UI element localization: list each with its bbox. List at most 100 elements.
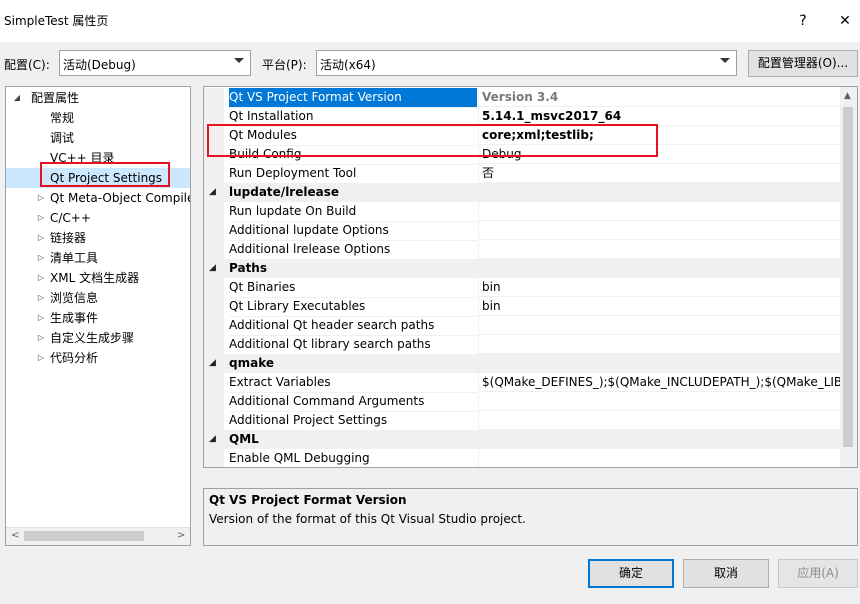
tree-item[interactable]: Qt Project Settings [6, 168, 190, 188]
property-value[interactable]: bin [478, 278, 841, 297]
property-name[interactable]: Additional Qt library search paths [229, 335, 477, 355]
scroll-right-icon[interactable]: > [177, 530, 185, 541]
property-row[interactable]: Run lupdate On Build [204, 202, 841, 222]
tree-item[interactable]: ▷ 链接器 [6, 228, 190, 248]
tree-item[interactable]: ▷ XML 文档生成器 [6, 268, 190, 288]
property-row[interactable]: Run Deployment Tool 否 [204, 164, 841, 184]
tree-item[interactable]: 常规 [6, 108, 190, 128]
configuration-manager-button[interactable]: 配置管理器(O)... [748, 50, 858, 77]
property-value[interactable] [478, 411, 841, 430]
property-name[interactable]: Enable QML Debugging [229, 449, 477, 467]
property-name[interactable]: Additional Qt header search paths [229, 316, 477, 336]
property-category[interactable]: ◢ lupdate/lrelease [204, 183, 841, 202]
tree-item[interactable]: ▷ 自定义生成步骤 [6, 328, 190, 348]
property-row[interactable]: Additional Qt header search paths [204, 316, 841, 336]
property-name[interactable]: Additional lrelease Options [229, 240, 477, 260]
property-name[interactable]: Qt Installation [229, 107, 477, 127]
property-name[interactable]: Run lupdate On Build [229, 202, 477, 222]
collapse-icon[interactable]: ◢ [12, 88, 22, 108]
property-row[interactable]: Additional lupdate Options [204, 221, 841, 241]
grid-vertical-scrollbar[interactable]: ▲ [840, 87, 857, 467]
expand-icon[interactable]: ▷ [36, 268, 46, 288]
tree-item[interactable]: ▷ C/C++ [6, 208, 190, 228]
row-gutter [204, 164, 224, 183]
tree-item[interactable]: 调试 [6, 128, 190, 148]
tree-item[interactable]: ▷ 清单工具 [6, 248, 190, 268]
expand-icon[interactable]: ▷ [36, 208, 46, 228]
expand-icon[interactable]: ▷ [36, 328, 46, 348]
property-name[interactable]: Additional Project Settings [229, 411, 477, 431]
collapse-icon[interactable]: ◢ [209, 259, 216, 278]
property-value[interactable] [478, 202, 841, 221]
property-row[interactable]: Additional Project Settings [204, 411, 841, 431]
expand-icon[interactable]: ▷ [36, 248, 46, 268]
property-value[interactable]: core;xml;testlib; [478, 126, 841, 145]
chevron-down-icon [234, 58, 244, 63]
help-button[interactable]: ? [788, 6, 818, 36]
property-value[interactable]: $(QMake_DEFINES_);$(QMake_INCLUDEPATH_);… [478, 373, 841, 392]
config-combo[interactable]: 活动(Debug) [59, 50, 251, 76]
collapse-icon[interactable]: ◢ [209, 183, 216, 202]
row-gutter [204, 411, 224, 430]
property-row[interactable]: Additional Qt library search paths [204, 335, 841, 355]
property-row[interactable]: Build Config Debug [204, 145, 841, 165]
property-value[interactable] [478, 449, 841, 467]
property-row[interactable]: Qt VS Project Format Version Version 3.4 [204, 88, 841, 108]
tree-item[interactable]: ▷ 生成事件 [6, 308, 190, 328]
expand-icon[interactable]: ▷ [36, 288, 46, 308]
property-value[interactable] [478, 392, 841, 411]
cancel-button[interactable]: 取消 [683, 559, 769, 588]
expand-icon[interactable]: ▷ [36, 188, 46, 208]
property-category[interactable]: ◢ qmake [204, 354, 841, 373]
property-name[interactable]: Qt Binaries [229, 278, 477, 298]
property-name[interactable]: Additional Command Arguments [229, 392, 477, 412]
platform-combo[interactable]: 活动(x64) [316, 50, 737, 76]
property-value[interactable] [478, 316, 841, 335]
tree-item[interactable]: ▷ 代码分析 [6, 348, 190, 368]
property-name[interactable]: Run Deployment Tool [229, 164, 477, 184]
tree-item-label: C/C++ [50, 211, 91, 225]
scrollbar-thumb[interactable] [843, 107, 853, 447]
tree-item[interactable]: ◢ 配置属性 [6, 88, 190, 108]
property-row[interactable]: Qt Library Executables bin [204, 297, 841, 317]
property-row[interactable]: Qt Installation 5.14.1_msvc2017_64 [204, 107, 841, 127]
property-value[interactable]: 否 [478, 164, 841, 183]
tree-item[interactable]: VC++ 目录 [6, 148, 190, 168]
scroll-left-icon[interactable]: < [11, 530, 19, 541]
tree-horizontal-scrollbar[interactable]: < > [6, 527, 190, 545]
apply-button[interactable]: 应用(A) [778, 559, 858, 588]
property-name[interactable]: Extract Variables [229, 373, 477, 393]
expand-icon[interactable]: ▷ [36, 348, 46, 368]
property-value[interactable]: Version 3.4 [478, 88, 841, 107]
property-value[interactable]: 5.14.1_msvc2017_64 [478, 107, 841, 126]
property-row[interactable]: Additional Command Arguments [204, 392, 841, 412]
property-category[interactable]: ◢ QML [204, 430, 841, 449]
category-label: qmake [229, 356, 274, 370]
scrollbar-thumb[interactable] [24, 531, 144, 541]
collapse-icon[interactable]: ◢ [209, 354, 216, 373]
property-value[interactable] [478, 335, 841, 354]
close-button[interactable]: ✕ [830, 6, 860, 36]
property-row[interactable]: Extract Variables $(QMake_DEFINES_);$(QMa… [204, 373, 841, 393]
property-name[interactable]: Build Config [229, 145, 477, 165]
property-name[interactable]: Qt Library Executables [229, 297, 477, 317]
scroll-up-icon[interactable]: ▲ [844, 91, 851, 101]
property-name[interactable]: Additional lupdate Options [229, 221, 477, 241]
property-category[interactable]: ◢ Paths [204, 259, 841, 278]
expand-icon[interactable]: ▷ [36, 308, 46, 328]
property-row[interactable]: Qt Modules core;xml;testlib; [204, 126, 841, 146]
property-value[interactable] [478, 221, 841, 240]
property-name[interactable]: Qt VS Project Format Version [229, 88, 477, 108]
property-name[interactable]: Qt Modules [229, 126, 477, 146]
tree-item[interactable]: ▷ Qt Meta-Object Compiler [6, 188, 190, 208]
property-row[interactable]: Qt Binaries bin [204, 278, 841, 298]
collapse-icon[interactable]: ◢ [209, 430, 216, 449]
property-value[interactable]: bin [478, 297, 841, 316]
property-value[interactable] [478, 240, 841, 259]
property-row[interactable]: Additional lrelease Options [204, 240, 841, 260]
property-value[interactable]: Debug [478, 145, 841, 164]
ok-button[interactable]: 确定 [588, 559, 674, 588]
tree-item[interactable]: ▷ 浏览信息 [6, 288, 190, 308]
property-row[interactable]: Enable QML Debugging [204, 449, 841, 467]
expand-icon[interactable]: ▷ [36, 228, 46, 248]
